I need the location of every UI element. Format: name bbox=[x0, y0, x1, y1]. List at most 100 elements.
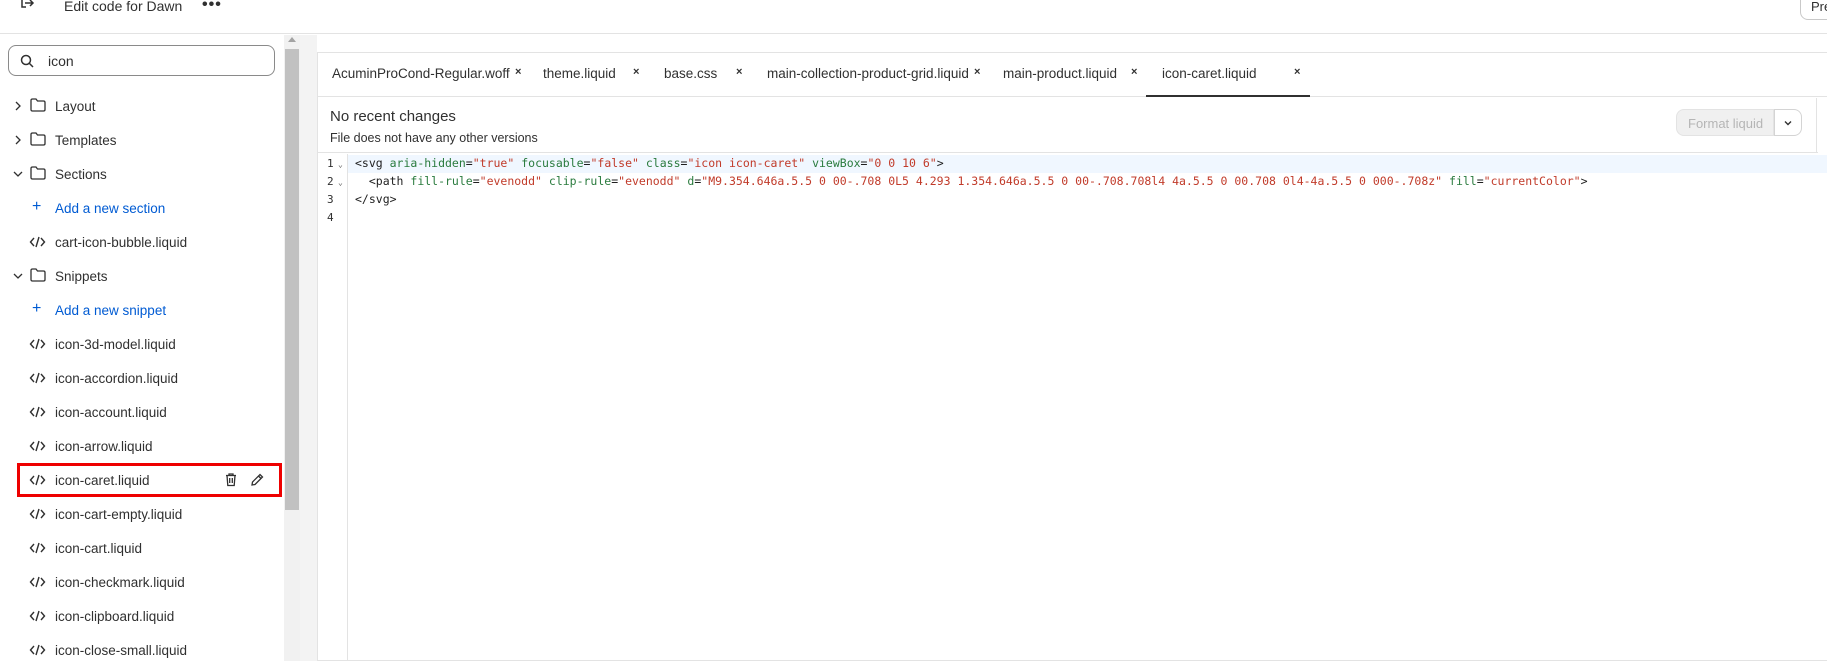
editor-tab[interactable]: main-product.liquid × bbox=[988, 53, 1146, 97]
code-token: focusable bbox=[521, 156, 584, 170]
file-item[interactable]: cart-icon-bubble.liquid bbox=[0, 225, 284, 259]
close-tab-icon[interactable]: × bbox=[1131, 66, 1137, 78]
folder-icon bbox=[30, 268, 46, 282]
close-tab-icon[interactable]: × bbox=[633, 66, 639, 78]
code-line[interactable]: </svg> bbox=[355, 192, 397, 206]
plus-icon: + bbox=[32, 300, 42, 317]
file-sidebar: icon Layout Templates Sections + Add a new s… bbox=[0, 35, 284, 661]
search-value[interactable]: icon bbox=[48, 53, 74, 69]
file-item[interactable]: icon-accordion.liquid bbox=[0, 361, 284, 395]
file-item[interactable]: icon-checkmark.liquid bbox=[0, 565, 284, 599]
chevron-right-icon bbox=[15, 135, 21, 145]
format-dropdown-button[interactable] bbox=[1774, 109, 1802, 136]
more-actions-icon[interactable]: ••• bbox=[202, 0, 222, 13]
close-tab-icon[interactable]: × bbox=[515, 66, 521, 78]
tab-label: AcuminProCond-Regular.woff bbox=[332, 66, 510, 81]
divider bbox=[1816, 98, 1817, 153]
code-file-icon bbox=[29, 474, 46, 486]
code-file-icon bbox=[29, 406, 46, 418]
search-icon bbox=[20, 54, 34, 68]
format-liquid-button[interactable]: Format liquid bbox=[1676, 109, 1774, 136]
code-token: "M9.354.646a.5.5 0 00-.708 0L5 4.293 1.3… bbox=[701, 174, 1443, 188]
editor-tab[interactable]: icon-caret.liquid × bbox=[1146, 53, 1310, 97]
line-number: 4 bbox=[327, 211, 334, 224]
folder-item[interactable]: Sections bbox=[0, 157, 284, 191]
folder-icon bbox=[30, 166, 46, 180]
item-label: icon-accordion.liquid bbox=[55, 371, 179, 386]
scroll-up-arrow[interactable] bbox=[288, 37, 296, 42]
exit-icon[interactable] bbox=[18, 0, 38, 16]
code-token: > bbox=[936, 156, 944, 170]
tab-label: theme.liquid bbox=[543, 66, 616, 81]
preview-button[interactable]: Preview bbox=[1800, 0, 1827, 20]
editor-tab[interactable]: theme.liquid × bbox=[528, 53, 648, 97]
code-line[interactable]: <path fill-rule="evenodd" clip-rule="eve… bbox=[355, 174, 1588, 188]
version-heading: No recent changes bbox=[330, 108, 456, 125]
code-editor: AcuminProCond-Regular.woff × theme.liquid ×… bbox=[317, 52, 1827, 661]
file-item[interactable]: icon-3d-model.liquid bbox=[0, 327, 284, 361]
code-token: = bbox=[1476, 174, 1484, 188]
file-item[interactable]: icon-close-small.liquid bbox=[0, 633, 284, 661]
item-label: Add a new section bbox=[55, 201, 166, 216]
folder-item[interactable]: Templates bbox=[0, 123, 284, 157]
fold-toggle-icon[interactable]: ⌄ bbox=[338, 160, 343, 169]
folder-icon bbox=[30, 98, 46, 112]
item-label: icon-checkmark.liquid bbox=[55, 575, 185, 590]
file-item[interactable]: icon-cart-empty.liquid bbox=[0, 497, 284, 531]
code-content[interactable]: 1 ⌄ 2 ⌄ 3 4 <svg aria-hidden="true" focusable… bbox=[318, 154, 1827, 661]
tab-label: base.css bbox=[664, 66, 718, 81]
item-label: Snippets bbox=[55, 269, 108, 284]
item-label: Add a new snippet bbox=[55, 303, 167, 318]
item-label: icon-clipboard.liquid bbox=[55, 609, 175, 624]
code-token: = bbox=[465, 156, 473, 170]
code-token: <svg bbox=[355, 156, 390, 170]
add-item[interactable]: + Add a new section bbox=[0, 191, 284, 225]
close-tab-icon[interactable]: × bbox=[974, 66, 980, 78]
pencil-icon[interactable] bbox=[250, 472, 264, 487]
sidebar-scrollbar[interactable] bbox=[284, 35, 300, 661]
line-number-gutter: 1 ⌄ 2 ⌄ 3 4 bbox=[318, 154, 348, 661]
fold-toggle-icon[interactable]: ⌄ bbox=[338, 178, 343, 187]
item-label: Layout bbox=[55, 99, 96, 114]
add-item[interactable]: + Add a new snippet bbox=[0, 293, 284, 327]
file-item[interactable]: icon-arrow.liquid bbox=[0, 429, 284, 463]
tab-label: main-product.liquid bbox=[1003, 66, 1118, 81]
editor-tab[interactable]: main-collection-product-grid.liquid × bbox=[751, 53, 988, 97]
file-item[interactable]: icon-caret.liquid bbox=[17, 463, 282, 497]
close-tab-icon[interactable]: × bbox=[736, 66, 742, 78]
code-token: > bbox=[1580, 174, 1588, 188]
code-token: "currentColor" bbox=[1483, 174, 1581, 188]
chevron-down-icon bbox=[1784, 121, 1792, 126]
file-item[interactable]: icon-cart.liquid bbox=[0, 531, 284, 565]
editor-tab[interactable]: AcuminProCond-Regular.woff × bbox=[318, 53, 528, 97]
item-label: icon-account.liquid bbox=[55, 405, 167, 420]
item-label: icon-3d-model.liquid bbox=[55, 337, 176, 352]
code-token: </svg> bbox=[355, 192, 397, 206]
file-item[interactable]: icon-clipboard.liquid bbox=[0, 599, 284, 633]
scrollbar-thumb[interactable] bbox=[285, 49, 299, 510]
close-tab-icon[interactable]: × bbox=[1294, 66, 1300, 78]
page-title: Edit code for Dawn bbox=[64, 0, 183, 14]
code-line[interactable]: <svg aria-hidden="true" focusable="false… bbox=[355, 156, 944, 170]
item-label: Templates bbox=[55, 133, 117, 148]
code-token: "evenodd" bbox=[618, 174, 681, 188]
folder-item[interactable]: Layout bbox=[0, 89, 284, 123]
code-file-icon bbox=[29, 644, 46, 656]
trash-icon[interactable] bbox=[224, 472, 238, 487]
item-label: icon-caret.liquid bbox=[55, 473, 150, 488]
version-info-bar: No recent changes File does not have any… bbox=[318, 98, 1818, 153]
editor-tabs: AcuminProCond-Regular.woff × theme.liquid ×… bbox=[318, 53, 1827, 97]
search-input[interactable]: icon bbox=[8, 45, 275, 76]
code-token: "icon icon-caret" bbox=[687, 156, 806, 170]
line-number: 3 bbox=[327, 193, 334, 206]
code-token: fill-rule bbox=[410, 174, 473, 188]
editor-tab[interactable]: base.css × bbox=[648, 53, 751, 97]
code-file-icon bbox=[29, 236, 46, 248]
folder-item[interactable]: Snippets bbox=[0, 259, 284, 293]
file-item[interactable]: icon-account.liquid bbox=[0, 395, 284, 429]
plus-icon: + bbox=[32, 198, 42, 215]
chevron-right-icon bbox=[15, 101, 21, 111]
